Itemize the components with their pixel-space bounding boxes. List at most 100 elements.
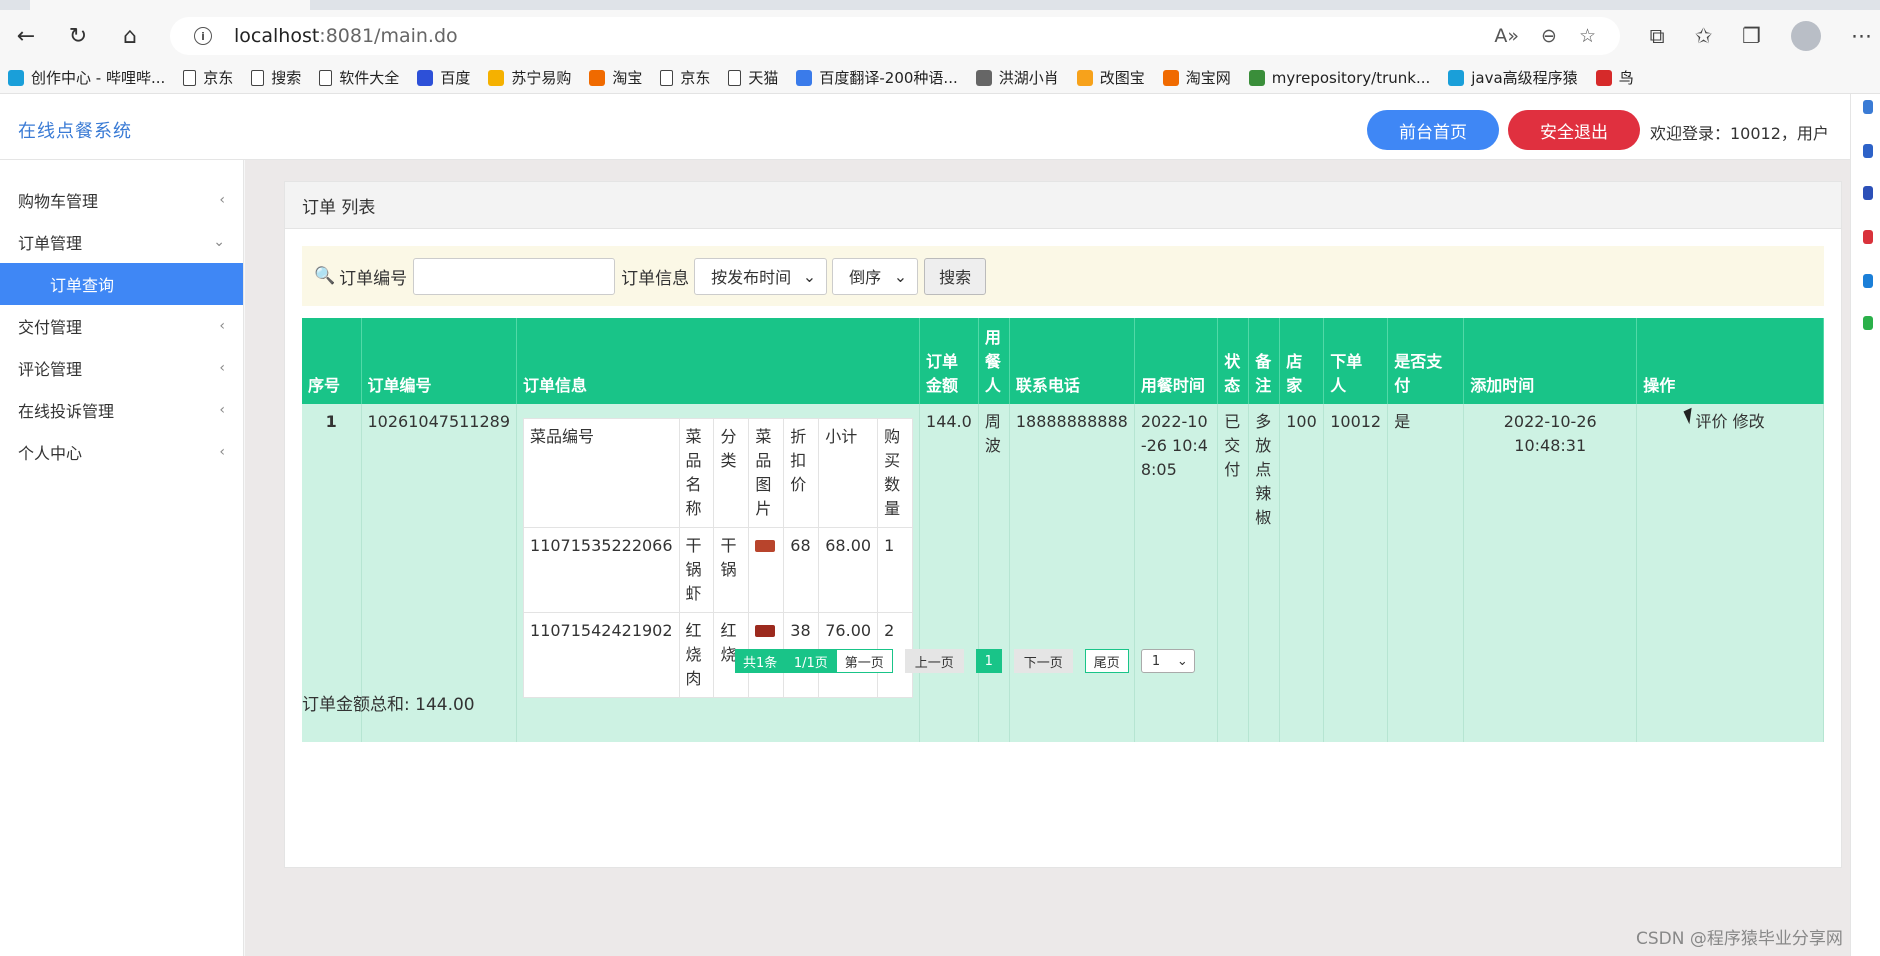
cell-meal-time: 2022-10-26 10:48:05 [1134,404,1219,742]
search-button[interactable]: 搜索 [924,257,987,295]
bookmark-item[interactable]: 百度 [417,67,470,88]
baidu-paw-icon [417,69,434,86]
item-row: 11071535222066 干锅虾 干锅 68 68.00 1 [523,527,914,613]
pagination-total: 共1条 1/1页 [735,649,836,673]
more-icon[interactable]: ⋯ [1851,24,1872,48]
bookmark-item[interactable]: java高级程序猿 [1448,67,1578,88]
bookmark-item[interactable]: myrepository/trunk... [1248,69,1430,87]
order-no-label: 订单编号 [339,268,408,289]
bookmark-item[interactable]: 软件大全 [319,67,399,88]
order-info-label: 订单信息 [621,268,690,289]
items-col-discount-price: 折扣价 [783,418,820,528]
add-favorite-icon[interactable]: ☆ [1579,25,1596,47]
extensions-icon[interactable]: ⧉ [1650,24,1665,49]
col-phone: 联系电话 [1009,318,1135,404]
col-amount: 订单金额 [919,318,979,404]
order-list-panel: 订单 列表 🔍 订单编号 订单信息 按发布时间 ⌄ 倒序 ⌄ 搜索 序号 订单编号 … [284,181,1842,868]
bookmark-item[interactable]: 百度翻译-200种语... [796,67,958,88]
col-added-time: 添加时间 [1463,318,1638,404]
tab-strip [0,0,1880,10]
bookmark-item[interactable]: 创作中心 - 哔哩哔... [8,67,165,88]
chevron-down-icon: ⌄ [893,266,908,286]
home-icon[interactable]: ⌂ [116,22,144,50]
page-icon [183,69,197,86]
sidebar-app-icon[interactable] [1863,230,1873,244]
table-row: 1 10261047511289 菜品编号 菜品名称 分类 菜品图片 折扣价 小… [302,404,1824,742]
chevron-down-icon: ⌄ [1176,653,1188,669]
profile-avatar[interactable] [1791,21,1821,51]
browser-tab[interactable] [30,0,310,10]
sidebar-item-order-query[interactable]: 订单查询 [0,263,243,305]
sidebar-app-icon[interactable] [1863,144,1873,158]
bookmark-item[interactable]: 天猫 [728,67,778,88]
app-title: 在线点餐系统 [18,121,132,142]
sidebar-app-icon[interactable] [1863,186,1873,200]
first-page-button[interactable]: 第一页 [835,649,893,673]
last-page-button[interactable]: 尾页 [1084,649,1129,673]
item-quantity: 1 [877,527,914,613]
taobao-icon [1162,69,1179,86]
item-dish-name: 红烧肉 [678,612,715,698]
sidebar-item-delivery[interactable]: 交付管理 ‹ [0,305,243,347]
sidebar-app-icon[interactable] [1863,274,1873,288]
address-bar[interactable]: i localhost:8081/main.do A» ⊖ ☆ [170,17,1620,55]
items-col-dish-image: 菜品图片 [748,418,785,528]
prev-page-button[interactable]: 上一页 [904,649,964,673]
bookmark-item[interactable]: 京东 [183,67,233,88]
chevron-left-icon: ‹ [219,318,225,334]
dish-thumbnail[interactable] [755,625,776,637]
logout-button[interactable]: 安全退出 [1508,110,1640,150]
bookmark-item[interactable]: 淘宝网 [1162,67,1231,88]
frontend-home-button[interactable]: 前台首页 [1367,110,1499,150]
cell-diner: 周波 [978,404,1010,742]
sidebar-item-orders[interactable]: 订单管理 ⌄ [0,221,243,263]
col-order-info: 订单信息 [516,318,921,404]
bookmark-item[interactable]: 淘宝 [589,67,642,88]
items-col-subtotal: 小计 [818,418,879,528]
bookmark-item[interactable]: 改图宝 [1076,67,1145,88]
dish-thumbnail[interactable] [755,540,776,552]
reload-icon[interactable]: ↻ [64,22,92,50]
col-order-no: 订单编号 [361,318,518,404]
bookmark-item[interactable]: 搜索 [251,67,301,88]
sidebar-item-reviews[interactable]: 评论管理 ‹ [0,347,243,389]
col-orderer: 下单人 [1323,318,1389,404]
bookmark-item[interactable]: 京东 [660,67,710,88]
sort-order-select[interactable]: 倒序 ⌄ [832,257,919,295]
page-select[interactable]: 1 ⌄ [1140,649,1195,673]
sidebar-item-profile[interactable]: 个人中心 ‹ [0,431,243,473]
bookmark-item[interactable]: 洪湖小肖 [975,67,1059,88]
review-link[interactable]: 评价 [1696,412,1728,431]
baidu-translate-icon [796,69,813,86]
edit-link[interactable]: 修改 [1733,412,1765,431]
items-col-category: 分类 [713,418,750,528]
sidebar-app-icon[interactable] [1863,316,1873,330]
sidebar-app-icon[interactable] [1863,100,1873,114]
chevron-left-icon: ‹ [219,360,225,376]
favorites-icon[interactable]: ✩ [1695,24,1713,48]
bird-icon [1595,69,1612,86]
sort-field-select[interactable]: 按发布时间 ⌄ [694,257,828,295]
current-page-button[interactable]: 1 [975,649,1002,673]
item-dish-no: 11071542421902 [523,612,680,698]
bookmark-item[interactable]: 苏宁易购 [488,67,571,88]
sidebar-item-complaints[interactable]: 在线投诉管理 ‹ [0,389,243,431]
suning-icon [488,69,505,86]
bilibili-icon [8,69,24,86]
bookmark-item[interactable]: 鸟 [1595,67,1634,88]
item-dish-image [748,527,785,613]
collections-icon[interactable]: ❐ [1742,24,1761,48]
back-icon[interactable]: ← [12,22,40,50]
cell-orderer: 10012 [1323,404,1389,742]
zoom-out-icon[interactable]: ⊖ [1541,25,1557,47]
site-info-icon[interactable]: i [194,27,212,45]
chevron-down-icon: ⌄ [802,266,817,286]
next-page-button[interactable]: 下一页 [1013,649,1073,673]
col-meal-time: 用餐时间 [1134,318,1219,404]
order-no-input[interactable] [413,257,616,295]
item-discount-price: 68 [783,527,820,613]
bookmarks-bar: 创作中心 - 哔哩哔... 京东 搜索 软件大全 百度 苏宁易购 淘宝 京东 天猫 百度翻译-20… [0,62,1880,94]
sidebar-item-cart[interactable]: 购物车管理 ‹ [0,179,243,221]
read-aloud-icon[interactable]: A» [1494,25,1519,47]
watermark: CSDN @程序猿毕业分享网 [1636,929,1843,949]
